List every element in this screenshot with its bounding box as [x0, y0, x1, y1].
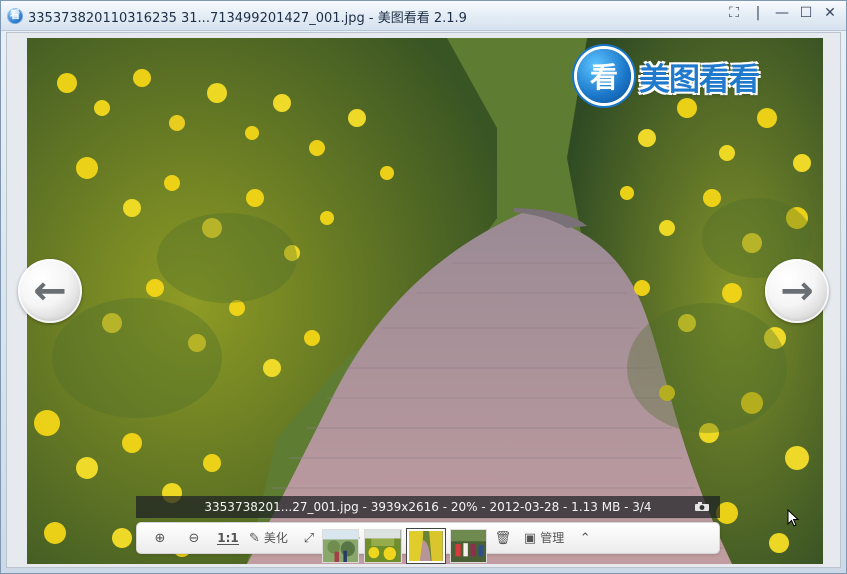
collapse-toolbar-button[interactable]: ⌃ — [572, 526, 598, 550]
actual-size-button[interactable]: 1:1 — [215, 526, 241, 550]
window-controls: ⛶ | — ☐ ✕ — [726, 5, 838, 21]
zoom-out-button[interactable]: ⊖ — [181, 526, 207, 550]
app-window: 看 335373820110316235 31...713499201427_0… — [0, 0, 847, 574]
fullscreen-button[interactable]: ⤢ — [296, 526, 322, 550]
app-icon: 看 — [7, 8, 23, 24]
fullscreen-icon: ⤢ — [303, 530, 315, 546]
delete-button[interactable]: 🗑 — [490, 526, 516, 550]
previous-image-button[interactable]: ← — [18, 259, 82, 323]
actual-size-label: 1:1 — [217, 530, 239, 545]
manage-icon: ▣ — [523, 530, 537, 546]
titlebar-separator-icon: | — [755, 5, 761, 21]
zoom-in-button[interactable]: ⊕ — [147, 526, 173, 550]
manage-label: 管理 — [540, 531, 565, 545]
thumbnail-image — [365, 530, 401, 562]
minimize-icon[interactable]: — — [774, 5, 790, 21]
thumbnail-3[interactable] — [406, 529, 445, 563]
next-image-button[interactable]: → — [765, 259, 829, 323]
thumbnail-4[interactable] — [449, 529, 487, 563]
thumbnail-image — [450, 530, 486, 562]
image-viewer: 看 美图看看 ← → 3353738201...27_001.jpg - 393… — [6, 32, 841, 568]
thumbnail-1[interactable] — [322, 529, 360, 563]
manage-button[interactable]: ▣ 管理 — [524, 526, 564, 550]
trash-icon: 🗑 — [494, 530, 512, 546]
image-info-bar: 3353738201...27_001.jpg - 3939x2616 - 20… — [136, 496, 720, 518]
main-photo — [27, 38, 823, 564]
thumbnail-2[interactable] — [364, 529, 402, 563]
right-arrow-icon: → — [780, 268, 814, 314]
close-icon[interactable]: ✕ — [822, 5, 838, 21]
mouse-cursor-icon — [787, 509, 799, 527]
fit-window-icon[interactable]: ⛶ — [726, 5, 742, 21]
left-arrow-icon: ← — [33, 268, 67, 314]
thumbnail-image — [323, 530, 359, 562]
thumbnail-strip — [322, 529, 487, 567]
chevron-up-icon: ⌃ — [579, 530, 591, 546]
window-title: 335373820110316235 31...713499201427_001… — [28, 11, 467, 26]
camera-icon[interactable] — [694, 501, 710, 512]
image-info-text: 3353738201...27_001.jpg - 3939x2616 - 20… — [204, 500, 652, 514]
zoom-out-icon: ⊖ — [188, 530, 200, 546]
edit-icon: ✎ — [249, 530, 260, 546]
brand-badge-icon: 看 — [577, 49, 631, 103]
flower-path-image — [27, 38, 823, 564]
brand-name: 美图看看 — [639, 61, 760, 98]
maximize-icon[interactable]: ☐ — [798, 5, 814, 21]
brand-logo: 看 美图看看 — [577, 47, 809, 105]
thumbnail-image — [408, 531, 443, 561]
zoom-in-icon: ⊕ — [154, 530, 166, 546]
beautify-label: 美化 — [263, 531, 288, 545]
beautify-button[interactable]: ✎ 美化 — [249, 526, 288, 550]
title-bar[interactable]: 看 335373820110316235 31...713499201427_0… — [1, 1, 846, 31]
